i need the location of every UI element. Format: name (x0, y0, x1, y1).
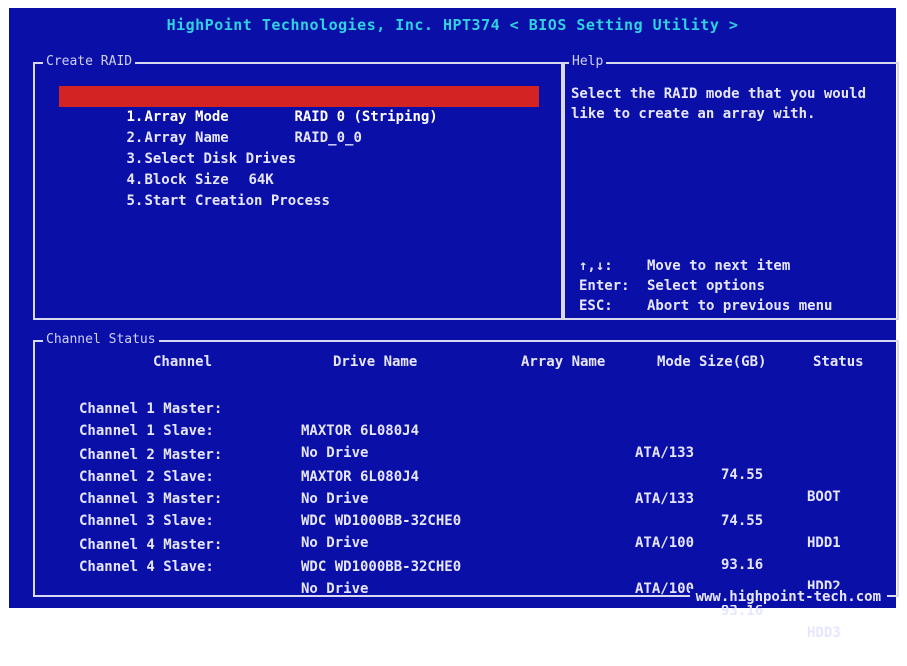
channel-row: Channel 3 Slave: No Drive (35, 488, 901, 551)
drive-name: No Drive (301, 581, 369, 597)
header-mode: Mode (657, 354, 691, 370)
menu-item-index: 5. (126, 193, 144, 209)
channel-row: Channel 1 Slave: No Drive (35, 398, 901, 461)
header-array-name: Array Name (521, 354, 606, 370)
footer-url: www.highpoint-tech.com (689, 589, 887, 605)
bios-screen: HighPoint Technologies, Inc. HPT374 < BI… (9, 8, 901, 641)
help-key: ESC: (579, 298, 613, 314)
channel-row: Channel 3 Master: WDC WD1000BB-32CHE0 AT… (35, 466, 901, 595)
drive-name: WDC WD1000BB-32CHE0 (301, 559, 462, 575)
header-drive-name: Drive Name (333, 354, 418, 370)
help-label: Help (569, 54, 607, 69)
channel-status-label: Channel Status (43, 332, 159, 347)
channel-row: Channel 2 Slave: No Drive (35, 444, 901, 507)
arrow-keys-icon: ↑,↓: (579, 258, 613, 274)
help-key-desc: Select options (647, 278, 766, 294)
drive-status: HDD3 (807, 625, 841, 641)
window-title: HighPoint Technologies, Inc. HPT374 < BI… (166, 16, 739, 34)
header-size: Size(GB) (699, 354, 767, 370)
create-raid-panel: Create RAID 1.Array Mode RAID 0 (Striping… (33, 54, 563, 320)
help-key-row: ESC: Abort to previous menu (579, 296, 832, 316)
header-status: Status (813, 354, 864, 370)
channel-name: Channel 4 Slave: (79, 559, 214, 575)
channel-status-panel: Channel Status Channel Drive Name Array … (33, 332, 901, 641)
drive-size: 93.16 (721, 557, 764, 573)
help-panel: Help Select the RAID mode that you would… (563, 54, 899, 320)
help-key-row: Enter: Select options (579, 276, 832, 296)
channel-row: Channel 4 Master: WDC WD1000BB-32CHE0 AT… (35, 512, 901, 641)
help-keys: ↑,↓: Move to next item Enter: Select optio… (579, 256, 832, 316)
menu-item-array-mode[interactable]: 1.Array Mode RAID 0 (Striping) (59, 86, 539, 125)
create-raid-label: Create RAID (43, 54, 136, 69)
create-raid-menu: 1.Array Mode RAID 0 (Striping) 2.Array Na… (59, 86, 539, 209)
help-key-desc: Move to next item (647, 258, 791, 274)
channel-row: Channel 4 Slave: No Drive (35, 534, 901, 597)
help-key-row: ↑,↓: Move to next item (579, 256, 832, 276)
help-text: Select the RAID mode that you would like… (571, 86, 867, 122)
header-channel: Channel (153, 354, 213, 370)
channel-row: Channel 1 Master: MAXTOR 6L080J4 ATA/133… (35, 376, 901, 505)
menu-item-array-name[interactable]: 2.Array Name RAID_0_0 (59, 107, 539, 146)
channel-row: Channel 2 Master: MAXTOR 6L080J4 ATA/133… (35, 422, 901, 551)
menu-item-block-size[interactable]: 4.Block Size 64K (59, 149, 539, 188)
drive-mode: ATA/100 (635, 581, 695, 597)
help-key-desc: Abort to previous menu (647, 298, 833, 314)
menu-item-start-creation[interactable]: 5.Start Creation Process (59, 170, 539, 209)
menu-item-select-disk-drives[interactable]: 3.Select Disk Drives (59, 128, 539, 167)
help-key: Enter: (579, 278, 630, 294)
menu-item-label: Start Creation Process (144, 193, 330, 209)
